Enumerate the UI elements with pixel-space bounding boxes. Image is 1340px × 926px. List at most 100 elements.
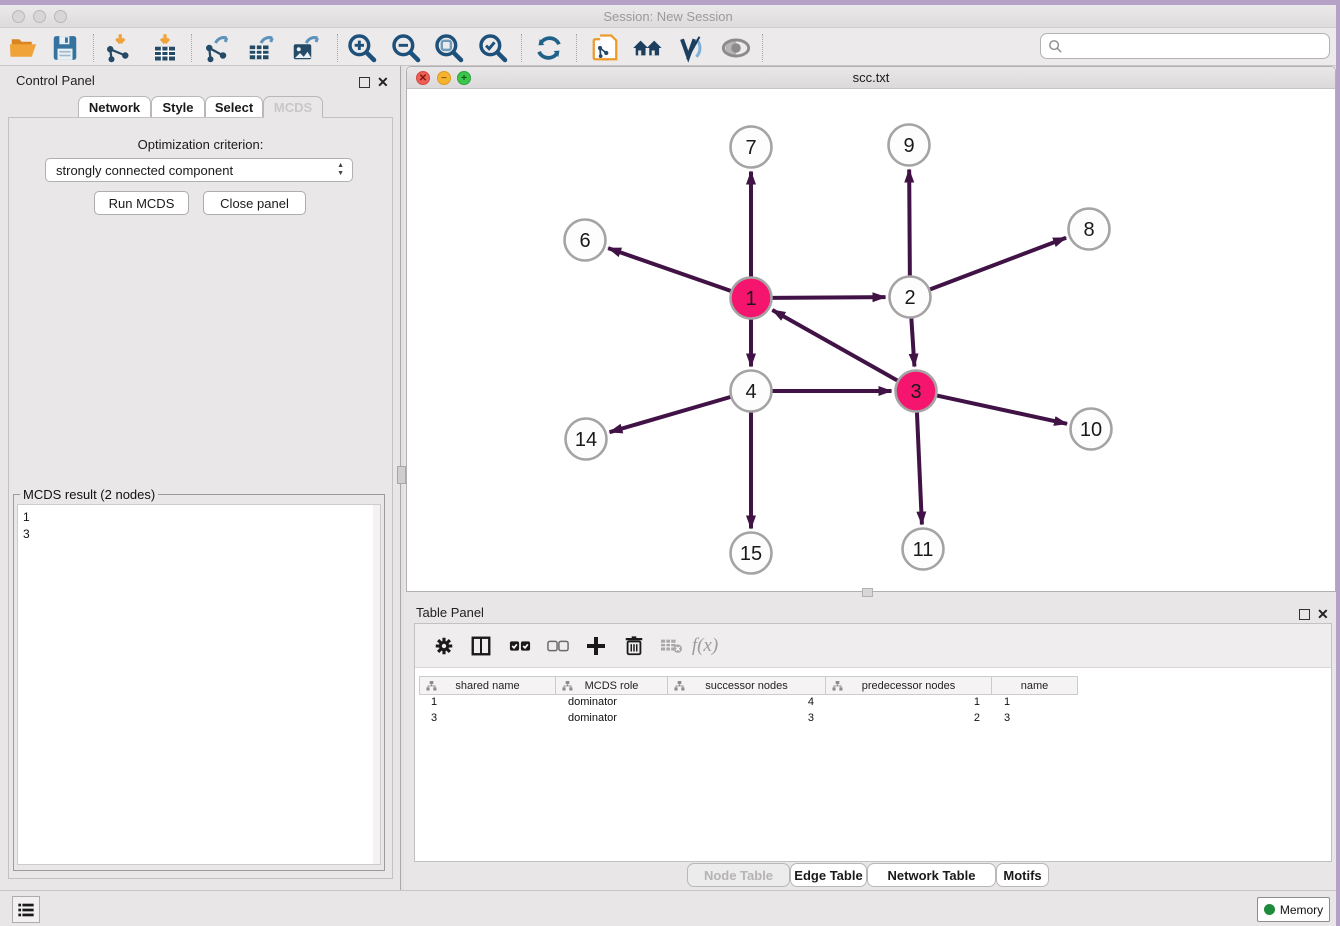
- table-panel-float-icon[interactable]: [1299, 609, 1310, 620]
- network-view-window: ✕ − + scc.txt 7968124314101511: [406, 66, 1336, 592]
- column-header-successor-nodes[interactable]: successor nodes: [668, 676, 826, 695]
- tab-node-table[interactable]: Node Table: [687, 863, 790, 887]
- cell-name[interactable]: 1: [992, 695, 1078, 711]
- graph-node-label: 8: [1083, 219, 1094, 241]
- graph-edge-1-2[interactable]: [772, 297, 885, 298]
- titlebar: Session: New Session: [0, 5, 1336, 28]
- graph-edge-2-3[interactable]: [911, 318, 914, 366]
- network-window-titlebar: ✕ − + scc.txt: [407, 67, 1335, 89]
- function-builder-icon[interactable]: f(x): [689, 630, 721, 662]
- import-table-icon[interactable]: [147, 32, 183, 64]
- cell-mcds-role[interactable]: dominator: [556, 695, 668, 711]
- graph-node-label: 10: [1080, 419, 1102, 441]
- graph-node-label: 11: [913, 539, 934, 561]
- graph-edge-2-8[interactable]: [930, 238, 1066, 290]
- cell-shared-name[interactable]: 3: [419, 711, 556, 727]
- run-mcds-button[interactable]: Run MCDS: [94, 191, 189, 215]
- cell-name[interactable]: 3: [992, 711, 1078, 727]
- window-title: Session: New Session: [0, 9, 1336, 24]
- show-hide-icon[interactable]: [718, 32, 754, 64]
- network-canvas[interactable]: 7968124314101511: [407, 89, 1335, 592]
- zoom-selected-icon[interactable]: [475, 32, 511, 64]
- column-header-mcds-role[interactable]: MCDS role: [556, 676, 668, 695]
- column-type-icon: [426, 681, 437, 692]
- control-panel-float-icon[interactable]: [359, 77, 370, 88]
- first-neighbors-icon[interactable]: [630, 32, 666, 64]
- column-header-name[interactable]: name: [992, 676, 1078, 695]
- list-icon: [17, 901, 35, 919]
- save-session-icon[interactable]: [47, 32, 83, 64]
- graph-node-label: 2: [904, 287, 915, 309]
- table-row[interactable]: 1 dominator 4 1 1: [419, 695, 1078, 711]
- criterion-value: strongly connected component: [56, 163, 233, 178]
- search-field[interactable]: [1040, 33, 1330, 59]
- delete-column-icon[interactable]: [618, 630, 650, 662]
- column-type-icon: [832, 681, 843, 692]
- tab-network[interactable]: Network: [78, 96, 151, 118]
- graph-node-label: 1: [745, 288, 756, 310]
- column-type-icon: [562, 681, 573, 692]
- table-panel-close-icon[interactable]: ✕: [1317, 606, 1329, 622]
- tab-motifs[interactable]: Motifs: [996, 863, 1049, 887]
- tab-mcds[interactable]: MCDS: [263, 96, 323, 118]
- app-window: Session: New Session: [0, 5, 1336, 926]
- table-row[interactable]: 3 dominator 3 2 3: [419, 711, 1078, 727]
- open-session-icon[interactable]: [5, 32, 41, 64]
- cell-mcds-role[interactable]: dominator: [556, 711, 668, 727]
- graph-edge-1-6[interactable]: [608, 248, 731, 291]
- zoom-fit-icon[interactable]: [431, 32, 467, 64]
- column-header-predecessor-nodes[interactable]: predecessor nodes: [826, 676, 992, 695]
- cell-predecessor-nodes[interactable]: 2: [826, 711, 992, 727]
- result-scrollbar[interactable]: [373, 505, 380, 864]
- delete-table-icon[interactable]: [655, 630, 687, 662]
- create-column-icon[interactable]: [580, 630, 612, 662]
- cell-predecessor-nodes[interactable]: 1: [826, 695, 992, 711]
- column-header-shared-name[interactable]: shared name: [419, 676, 556, 695]
- table-settings-icon[interactable]: [428, 630, 460, 662]
- table-splitter-handle[interactable]: [862, 588, 873, 597]
- task-history-button[interactable]: [12, 896, 40, 923]
- search-input[interactable]: [1063, 39, 1329, 54]
- panel-splitter-handle[interactable]: [397, 466, 406, 484]
- memory-button[interactable]: Memory: [1257, 897, 1330, 922]
- deselect-all-icon[interactable]: [542, 630, 574, 662]
- mcds-result-text[interactable]: 1 3: [17, 504, 381, 865]
- tab-style[interactable]: Style: [151, 96, 205, 118]
- memory-status-icon: [1264, 904, 1275, 915]
- cell-shared-name[interactable]: 1: [419, 695, 556, 711]
- cell-successor-nodes[interactable]: 3: [668, 711, 826, 727]
- export-network-icon[interactable]: [200, 32, 236, 64]
- zoom-out-icon[interactable]: [388, 32, 424, 64]
- graph-edge-3-11[interactable]: [917, 412, 922, 524]
- graph-edge-3-10[interactable]: [937, 396, 1067, 424]
- vizmapper-toggle-icon[interactable]: [674, 32, 710, 64]
- close-panel-button[interactable]: Close panel: [203, 191, 306, 215]
- graph-edge-3-1[interactable]: [772, 310, 897, 380]
- table-toolbar: f(x): [415, 624, 1331, 668]
- graph-node-label: 15: [740, 543, 762, 565]
- control-panel-close-icon[interactable]: ✕: [377, 74, 389, 90]
- status-bar: Memory: [0, 890, 1336, 926]
- graph-edge-4-14[interactable]: [610, 397, 731, 432]
- show-column-panel-icon[interactable]: [465, 630, 497, 662]
- table-panel-body: f(x) shared name MCDS role successor nod…: [414, 623, 1332, 862]
- tab-network-table[interactable]: Network Table: [867, 863, 996, 887]
- criterion-select[interactable]: strongly connected component ▲▼: [45, 158, 353, 182]
- optimization-criterion-label: Optimization criterion:: [8, 137, 393, 152]
- clone-network-icon[interactable]: [587, 32, 623, 64]
- tab-select[interactable]: Select: [205, 96, 263, 118]
- table-header-row: shared name MCDS role successor nodes pr…: [419, 676, 1078, 695]
- graph-edge-2-9[interactable]: [909, 169, 910, 275]
- tab-edge-table[interactable]: Edge Table: [790, 863, 867, 887]
- export-table-icon[interactable]: [243, 32, 279, 64]
- export-image-icon[interactable]: [287, 32, 323, 64]
- zoom-in-icon[interactable]: [344, 32, 380, 64]
- select-all-icon[interactable]: [504, 630, 536, 662]
- mcds-result-title: MCDS result (2 nodes): [20, 487, 158, 502]
- import-network-icon[interactable]: [101, 32, 137, 64]
- node-table[interactable]: shared name MCDS role successor nodes pr…: [419, 676, 1078, 727]
- graph-node-label: 9: [903, 135, 914, 157]
- refresh-icon[interactable]: [531, 32, 567, 64]
- search-icon: [1048, 39, 1063, 54]
- cell-successor-nodes[interactable]: 4: [668, 695, 826, 711]
